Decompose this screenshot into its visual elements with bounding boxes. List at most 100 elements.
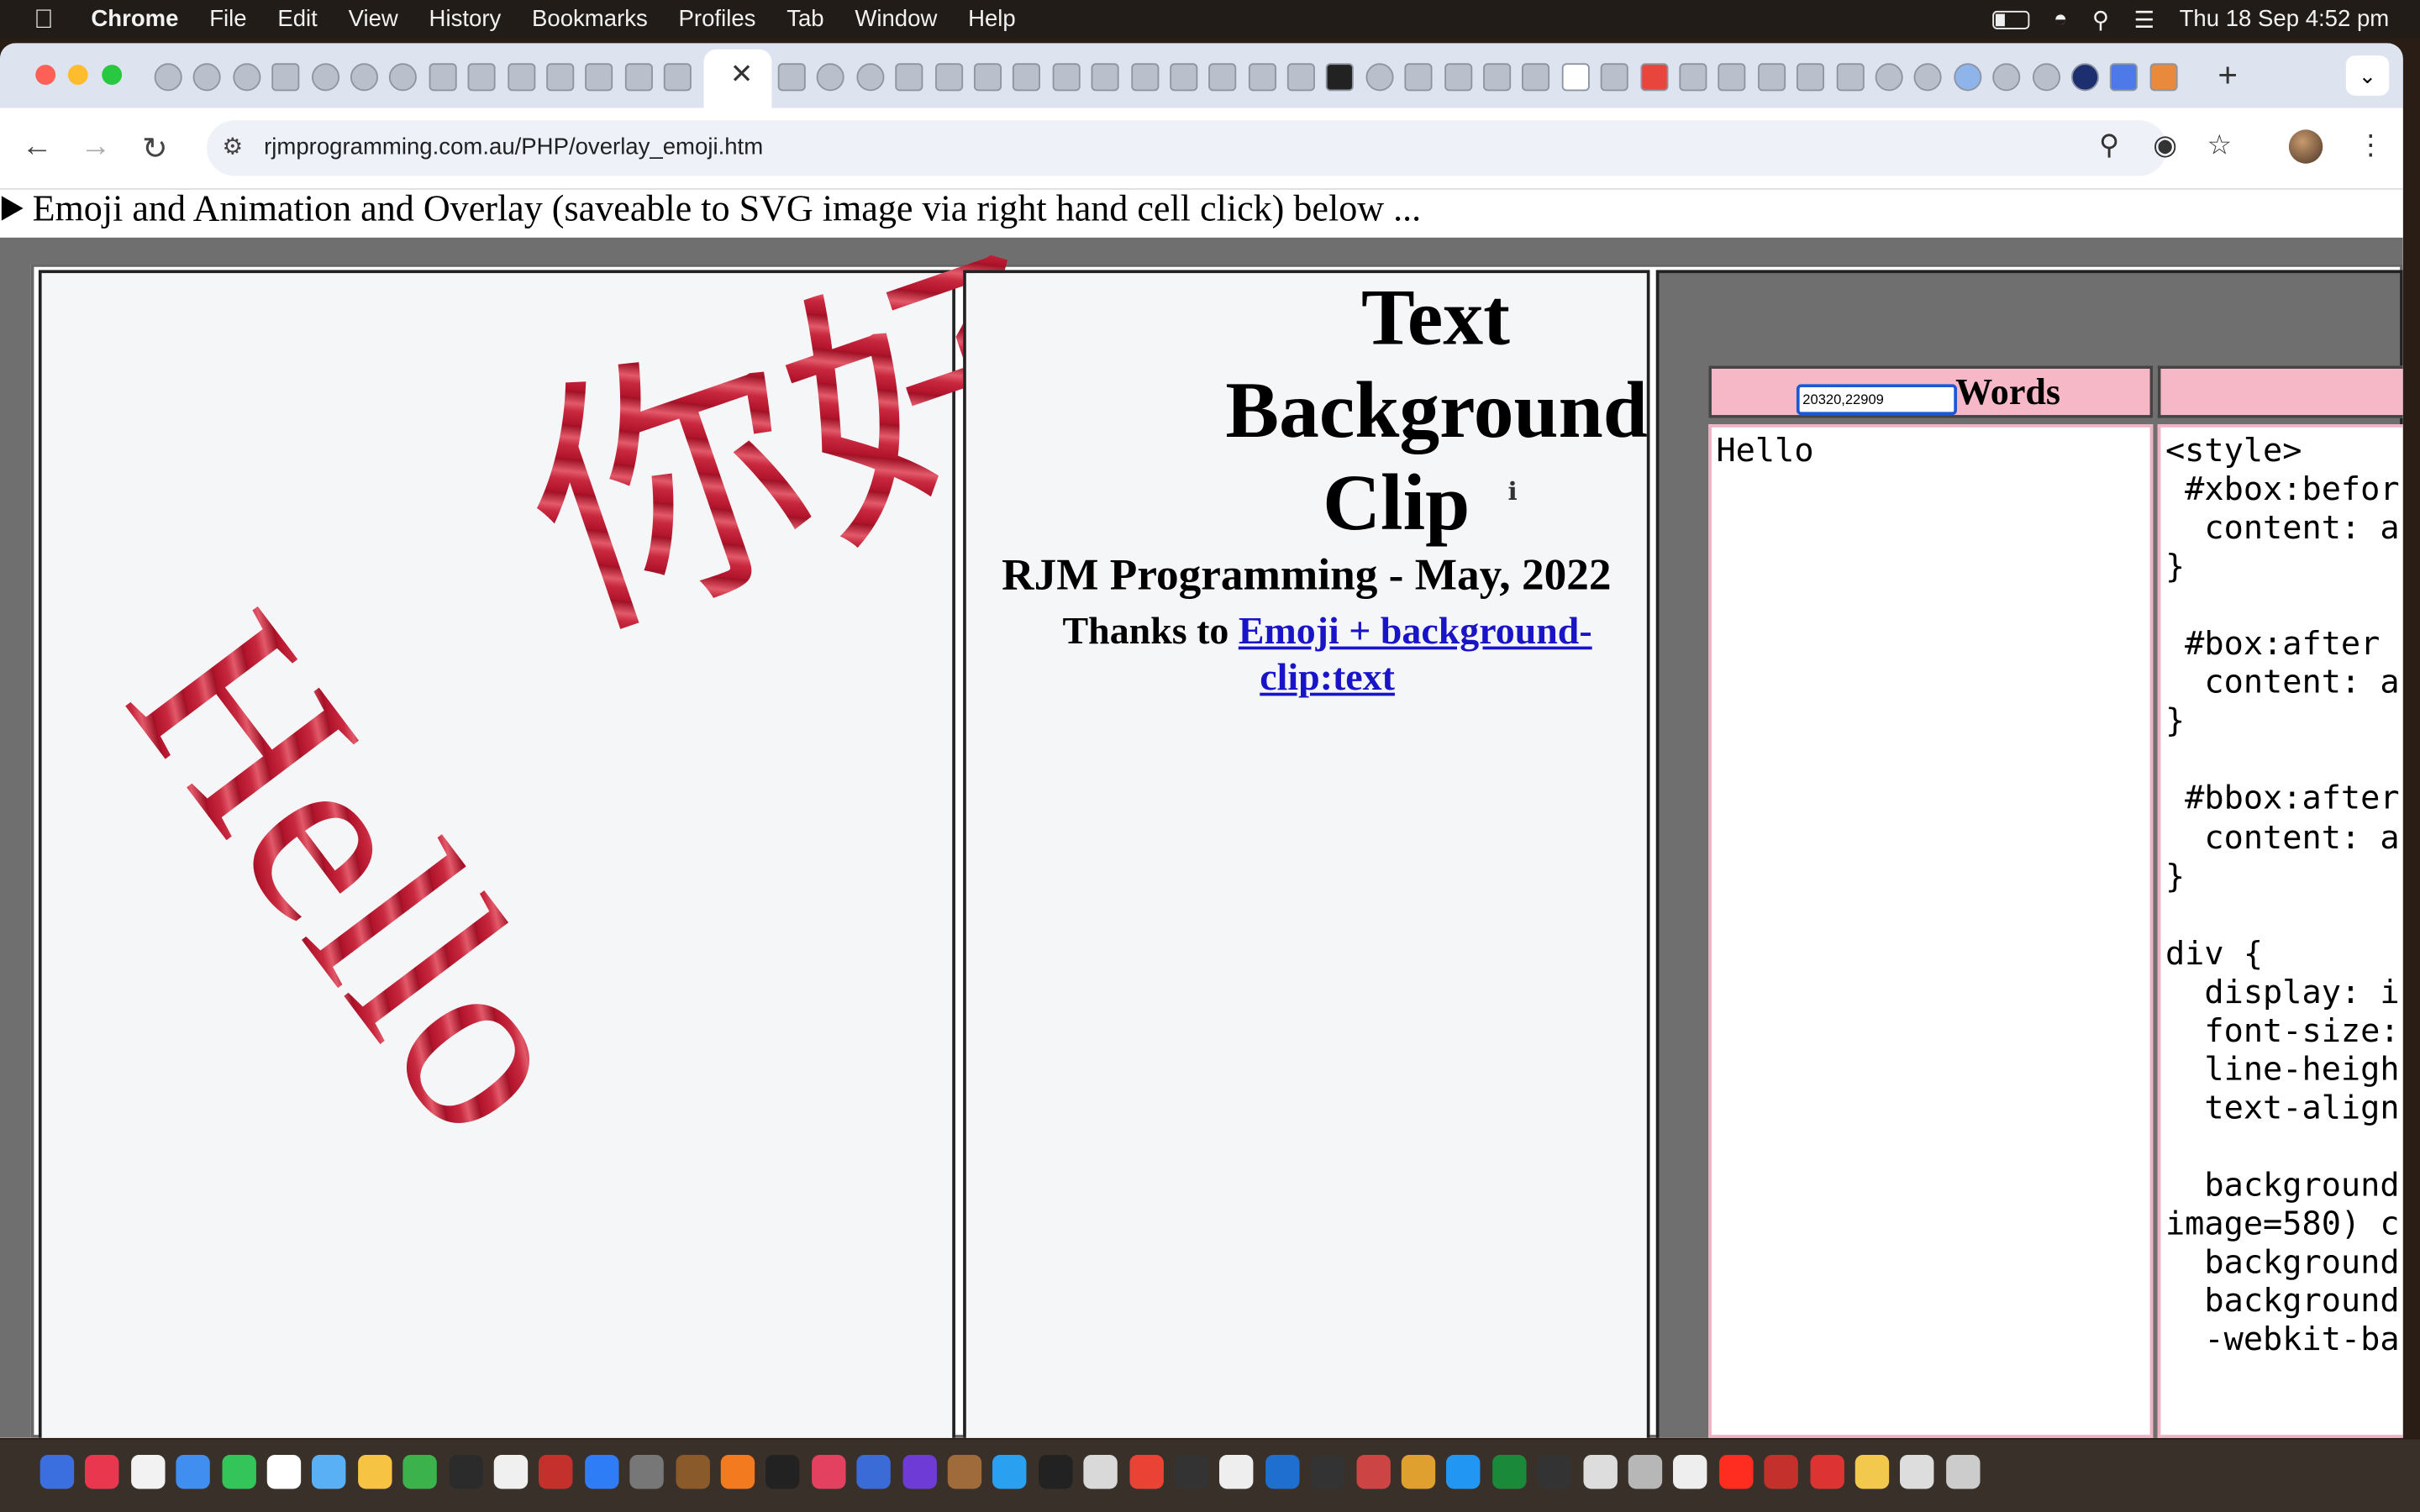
tab-icon[interactable] <box>1444 63 1472 92</box>
tab-favicons[interactable] <box>154 60 703 94</box>
tab-icon[interactable] <box>855 63 885 92</box>
tab-icon[interactable] <box>1483 63 1512 92</box>
tab-icon[interactable] <box>1286 63 1316 92</box>
dock-app-icon[interactable] <box>539 1455 574 1489</box>
dock-app-icon[interactable] <box>1265 1455 1300 1489</box>
menu-edit[interactable]: Edit <box>277 6 317 32</box>
dock-app-icon[interactable] <box>675 1455 710 1489</box>
tab-icon[interactable] <box>1875 63 1903 92</box>
search-icon[interactable]: ⚲ <box>2092 5 2109 33</box>
dock-app-icon[interactable] <box>856 1455 892 1489</box>
dock-app-icon[interactable] <box>629 1455 665 1489</box>
dock-app-icon[interactable] <box>1673 1455 1708 1489</box>
menu-history[interactable]: History <box>429 6 502 32</box>
dock-app-icon[interactable] <box>1219 1455 1255 1489</box>
url-text[interactable]: rjmprogramming.com.au/PHP/overlay_emoji.… <box>264 134 763 160</box>
thanks-link[interactable]: Emoji + background-clip:text <box>1239 611 1592 699</box>
dock-app-icon[interactable] <box>1446 1455 1481 1489</box>
tab-icon[interactable] <box>1365 63 1394 92</box>
dock-app-icon[interactable] <box>584 1455 619 1489</box>
tab-icon[interactable] <box>973 63 1002 92</box>
dock-app-icon[interactable] <box>1945 1455 1981 1489</box>
menu-profiles[interactable]: Profiles <box>679 6 756 32</box>
tab-icon[interactable] <box>1208 63 1237 92</box>
dock-app-icon[interactable] <box>1582 1455 1618 1489</box>
tab-icon[interactable] <box>1679 63 1707 92</box>
dock-app-icon[interactable] <box>765 1455 801 1489</box>
close-tab-icon[interactable]: ✕ <box>730 59 754 92</box>
dock-app-icon[interactable] <box>1900 1455 1935 1489</box>
tab-icon[interactable] <box>154 63 182 92</box>
tab-icon[interactable] <box>1248 63 1276 92</box>
address-bar[interactable]: ⚙ rjmprogramming.com.au/PHP/overlay_emoj… <box>207 120 2167 176</box>
back-icon[interactable]: ← <box>22 129 53 165</box>
dock-app-icon[interactable] <box>493 1455 529 1489</box>
menu-bookmarks[interactable]: Bookmarks <box>532 6 648 32</box>
tab-icon[interactable] <box>1639 63 1668 92</box>
dock-app-icon[interactable] <box>720 1455 755 1489</box>
tab-icon[interactable] <box>2149 63 2178 92</box>
tab-icon[interactable] <box>1601 63 1629 92</box>
dock-app-icon[interactable] <box>1128 1455 1164 1489</box>
apple-icon[interactable]:  <box>34 4 61 35</box>
tab-list-icon[interactable]: ⌄ <box>2345 55 2390 96</box>
code-textarea[interactable]: <style> #xbox:befor content: a} #box:aft… <box>2157 424 2403 1438</box>
tab-icon[interactable] <box>1052 63 1081 92</box>
tab-icon[interactable] <box>507 63 535 92</box>
menu-view[interactable]: View <box>349 6 398 32</box>
dock-app-icon[interactable] <box>902 1455 937 1489</box>
dock-app-icon[interactable] <box>992 1455 1028 1489</box>
reload-icon[interactable]: ↻ <box>142 129 168 168</box>
details-summary[interactable]: Emoji and Animation and Overlay (saveabl… <box>0 190 2403 236</box>
tab-icon[interactable] <box>1170 63 1198 92</box>
forward-icon[interactable]: → <box>81 129 112 165</box>
dock-app-icon[interactable] <box>811 1455 846 1489</box>
control-center-icon[interactable]: ☰ <box>2133 5 2154 33</box>
tab-icon[interactable] <box>1130 63 1159 92</box>
tab-icon[interactable] <box>934 63 963 92</box>
close-window-button[interactable] <box>35 65 56 86</box>
tab-icon[interactable] <box>2070 63 2099 92</box>
dock-app-icon[interactable] <box>1809 1455 1844 1489</box>
menu-file[interactable]: File <box>209 6 246 32</box>
words-textarea[interactable]: Hello <box>1708 424 2154 1438</box>
tab-icon[interactable] <box>311 63 339 92</box>
tab-icon[interactable] <box>389 63 418 92</box>
dock-app-icon[interactable] <box>1038 1455 1073 1489</box>
tab-icon[interactable] <box>429 63 457 92</box>
dock-app-icon[interactable] <box>1355 1455 1391 1489</box>
tab-icon[interactable] <box>1561 63 1590 92</box>
tab-icon[interactable] <box>1797 63 1825 92</box>
site-info-icon[interactable]: ⚙ <box>222 133 243 160</box>
clock[interactable]: Thu 18 Sep 4:52 pm <box>2180 6 2390 32</box>
dock-app-icon[interactable] <box>1628 1455 1663 1489</box>
dock-app-icon[interactable] <box>357 1455 392 1489</box>
tab-icon[interactable] <box>817 63 845 92</box>
tab-icon[interactable] <box>1953 63 1981 92</box>
tab-icon[interactable] <box>1835 63 1864 92</box>
dock-app-icon[interactable] <box>1401 1455 1436 1489</box>
dock-app-icon[interactable] <box>1718 1455 1754 1489</box>
menu-app-name[interactable]: Chrome <box>91 6 178 32</box>
dock-app-icon[interactable] <box>1310 1455 1345 1489</box>
dock-app-icon[interactable] <box>312 1455 347 1489</box>
dock-app-icon[interactable] <box>39 1455 75 1489</box>
dock-app-icon[interactable] <box>448 1455 483 1489</box>
eye-icon[interactable]: ◉ <box>2153 129 2177 162</box>
tab-icon[interactable] <box>271 63 300 92</box>
dock-app-icon[interactable] <box>176 1455 211 1489</box>
minimize-window-button[interactable] <box>67 65 88 86</box>
dock-app-icon[interactable] <box>1537 1455 1572 1489</box>
dock-app-icon[interactable] <box>1854 1455 1890 1489</box>
tab-icon[interactable] <box>1013 63 1041 92</box>
tab-icon[interactable] <box>193 63 222 92</box>
tab-icon[interactable] <box>2110 63 2139 92</box>
dock-app-icon[interactable] <box>947 1455 982 1489</box>
tab-icon[interactable] <box>1404 63 1433 92</box>
tab-icon[interactable] <box>350 63 378 92</box>
avatar[interactable] <box>2288 129 2323 164</box>
tab-icon[interactable] <box>1326 63 1355 92</box>
tab-icon[interactable] <box>585 63 613 92</box>
menu-dots-icon[interactable]: ⋮ <box>2357 129 2385 162</box>
tab-icon[interactable] <box>624 63 653 92</box>
